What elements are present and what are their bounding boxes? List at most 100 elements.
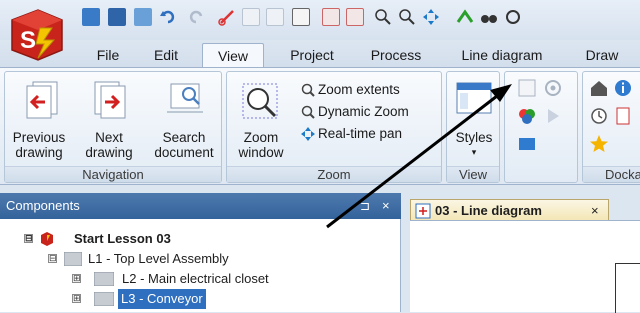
panel-icon[interactable] — [517, 134, 537, 157]
styles-dropdown-arrow-icon: ▾ — [471, 147, 477, 157]
ribbon: Previous drawing Next drawing Search doc… — [0, 67, 640, 185]
expand-icon[interactable]: ⊞ — [72, 274, 81, 283]
tab-edit[interactable]: Edit — [144, 43, 188, 68]
document-tab[interactable]: 03 - Line diagram × — [410, 199, 609, 221]
tab-file[interactable]: File — [86, 43, 130, 68]
app-logo[interactable]: S — [8, 6, 66, 64]
search-document-label-line1: Search — [162, 130, 206, 145]
zoom-window-button[interactable]: Zoom window — [229, 130, 293, 160]
assembly-icon — [64, 252, 82, 266]
quick-access-toolbar — [0, 0, 640, 40]
zoom-window-icon[interactable] — [241, 80, 281, 127]
next-drawing-label-line2: drawing — [85, 145, 133, 160]
tab-view[interactable]: View — [202, 43, 264, 68]
save-icon[interactable] — [134, 8, 152, 26]
search-document-icon[interactable] — [163, 80, 207, 127]
project-icon — [41, 232, 53, 246]
close-icon[interactable]: × — [382, 193, 390, 219]
search-document-label-line2: document — [154, 145, 214, 160]
star-icon[interactable] — [589, 134, 609, 157]
zoom-window-label-line1: Zoom — [243, 130, 279, 145]
copy-icon[interactable] — [242, 8, 260, 26]
styles-button[interactable]: Styles ▾ — [447, 130, 501, 160]
home-icon[interactable] — [589, 78, 609, 101]
location-icon — [94, 272, 114, 286]
collapse-icon[interactable]: ⊟ — [24, 234, 33, 243]
location-icon — [94, 292, 114, 306]
previous-drawing-button[interactable]: Previous drawing — [5, 130, 73, 160]
styles-label: Styles — [455, 130, 493, 145]
previous-drawing-label-line1: Previous — [12, 130, 66, 145]
tab-project[interactable]: Project — [280, 43, 344, 68]
dynamic-zoom-label: Dynamic Zoom — [318, 104, 409, 119]
styles-icon[interactable] — [456, 80, 492, 119]
drawing-frame — [615, 263, 640, 313]
tab-draw[interactable]: Draw — [574, 43, 630, 68]
tab-line-diagram[interactable]: Line diagram — [452, 43, 552, 68]
clock-icon[interactable] — [589, 106, 609, 129]
zoom-extents-label: Zoom extents — [318, 82, 400, 97]
new-document-icon[interactable] — [82, 8, 100, 26]
view-group-label: View — [447, 166, 499, 182]
navigation-group-label: Navigation — [5, 166, 221, 182]
settings-gear-icon[interactable] — [543, 78, 563, 101]
tab-process[interactable]: Process — [362, 43, 430, 68]
components-panel-title: Components — [6, 198, 80, 213]
dynamic-zoom-icon — [301, 105, 315, 119]
docking-group-label: Docka — [583, 166, 640, 182]
next-drawing-button[interactable]: Next drawing — [73, 130, 145, 160]
document-area: 03 - Line diagram × — [401, 193, 640, 313]
realtime-pan-button[interactable]: Real-time pan — [301, 125, 402, 143]
tree-label: Start Lesson 03 — [74, 231, 171, 246]
tree-label: L2 - Main electrical closet — [122, 271, 269, 286]
line-diagram-icon — [415, 203, 431, 219]
dynamic-zoom-button[interactable]: Dynamic Zoom — [301, 103, 409, 121]
tree-label-selected: L3 - Conveyor — [118, 289, 206, 309]
collapse-icon[interactable]: ⊟ — [48, 254, 57, 263]
page-layout-icon[interactable] — [517, 78, 537, 101]
document-red-icon[interactable] — [613, 106, 633, 129]
undo-icon[interactable] — [160, 8, 176, 26]
page-icon[interactable] — [292, 8, 310, 26]
next-drawing-icon[interactable] — [91, 80, 131, 127]
next-drawing-label-line1: Next — [95, 130, 123, 145]
tree-label: L1 - Top Level Assembly — [88, 251, 229, 266]
document-tab-title: 03 - Line diagram — [435, 203, 542, 218]
print-icon[interactable] — [322, 8, 340, 26]
navigation-group: Previous drawing Next drawing Search doc… — [4, 71, 222, 183]
find-icon[interactable] — [504, 8, 522, 26]
ribbon-tab-bar: File Edit View Project Process Line diag… — [0, 40, 640, 68]
pin-icon[interactable]: ⊐ — [360, 193, 370, 219]
realtime-pan-icon — [301, 127, 315, 141]
expand-icon[interactable]: ⊞ — [72, 294, 81, 303]
zoom-group: Zoom window Zoom extents Dynamic Zoom Re… — [226, 71, 442, 183]
color-palette-icon[interactable] — [517, 106, 537, 129]
zoom-in-icon[interactable] — [374, 8, 392, 26]
zoom-out-icon[interactable] — [398, 8, 416, 26]
previous-drawing-icon[interactable] — [23, 80, 63, 127]
zoom-group-label: Zoom — [227, 166, 441, 182]
zoom-window-label-line2: window — [238, 145, 284, 160]
close-tab-icon[interactable]: × — [591, 200, 599, 221]
components-panel: Components ⊐ × ⊟ Start Lesson 03 ⊟ L1 - … — [0, 193, 401, 312]
export-icon[interactable] — [346, 8, 364, 26]
info-icon[interactable] — [613, 78, 633, 101]
cut-icon[interactable] — [218, 8, 236, 26]
drawing-canvas[interactable] — [410, 220, 640, 313]
paste-icon[interactable] — [266, 8, 284, 26]
open-project-icon[interactable] — [108, 8, 126, 26]
pan-icon[interactable] — [422, 8, 440, 26]
components-panel-header: Components ⊐ × — [0, 193, 401, 219]
play-icon[interactable] — [543, 106, 563, 129]
search-document-button[interactable]: Search document — [145, 130, 223, 160]
svg-text:S: S — [20, 27, 36, 54]
arrow-green-icon[interactable] — [456, 8, 474, 26]
zoom-extents-icon — [301, 83, 315, 97]
view-group: Styles ▾ View — [446, 71, 500, 183]
binoculars-icon[interactable] — [480, 8, 498, 26]
realtime-pan-label: Real-time pan — [318, 126, 403, 141]
zoom-extents-button[interactable]: Zoom extents — [301, 81, 400, 99]
redo-icon[interactable] — [188, 8, 204, 26]
layout-icons-group — [504, 71, 578, 183]
previous-drawing-label-line2: drawing — [15, 145, 63, 160]
